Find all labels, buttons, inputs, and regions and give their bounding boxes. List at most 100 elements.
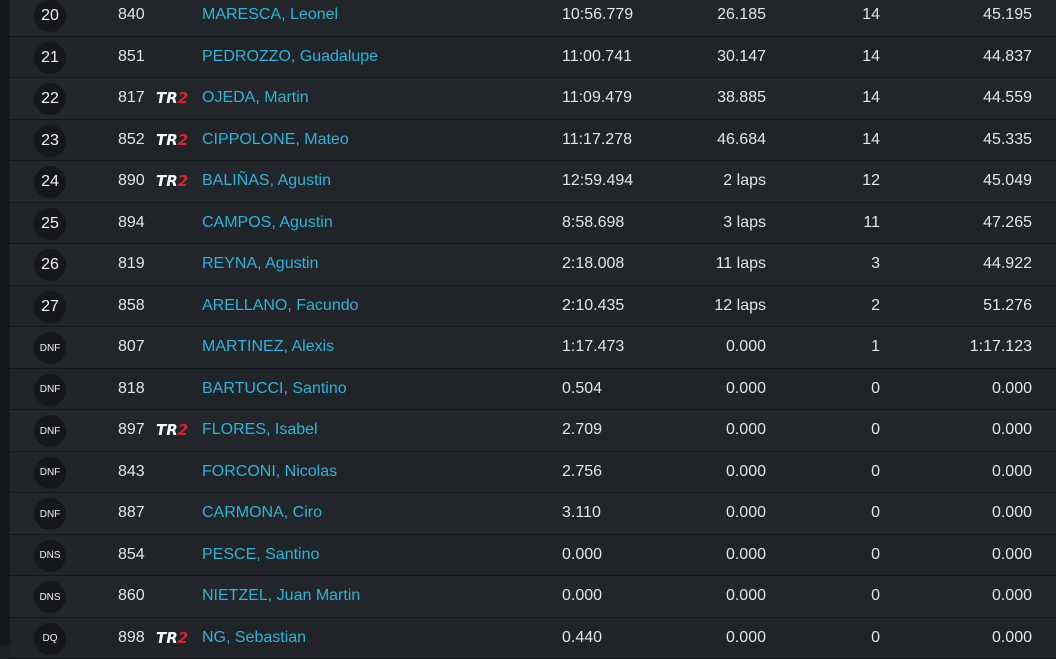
best-lap: 0.000 [992,576,1032,616]
result-row: DNS 854 PESCE, Santino 0.000 0.000 0 0.0… [10,535,1056,577]
laps: 0 [871,535,880,575]
result-row: DNF 818 BARTUCCI, Santino 0.504 0.000 0 … [10,369,1056,411]
total-time: 0.504 [562,369,602,409]
laps: 0 [871,493,880,533]
best-lap: 0.000 [992,410,1032,450]
best-lap: 45.049 [983,161,1032,201]
result-row: DNS 860 NIETZEL, Juan Martin 0.000 0.000… [10,576,1056,618]
tr2-logo-icon: TR2 [156,174,188,189]
gap: 0.000 [726,493,766,533]
best-lap: 0.000 [992,535,1032,575]
laps: 0 [871,618,880,658]
gap: 0.000 [726,452,766,492]
car-number: 819 [118,244,145,284]
driver-name-link[interactable]: PESCE, Santino [202,535,319,575]
result-row: 20 840 MARESCA, Leonel 10:56.779 26.185 … [10,0,1056,37]
driver-name-link[interactable]: BALIÑAS, Agustin [202,161,331,201]
driver-name-link[interactable]: ARELLANO, Facundo [202,286,359,326]
gap: 0.000 [726,576,766,616]
total-time: 12:59.494 [562,161,633,201]
driver-name-link[interactable]: NG, Sebastian [202,618,306,658]
gap: 0.000 [726,535,766,575]
status-badge: DNF [34,498,66,530]
driver-name-link[interactable]: MARTINEZ, Alexis [202,327,334,367]
position-badge: 24 [34,166,66,198]
gap: 38.885 [717,78,766,118]
driver-name-link[interactable]: REYNA, Agustin [202,244,319,284]
result-row: DNF 897 TR2 FLORES, Isabel 2.709 0.000 0… [10,410,1056,452]
laps: 14 [862,37,880,77]
gap: 26.185 [717,0,766,35]
best-lap: 0.000 [992,493,1032,533]
results-table: 20 840 MARESCA, Leonel 10:56.779 26.185 … [10,0,1056,659]
laps: 2 [871,286,880,326]
best-lap: 47.265 [983,203,1032,243]
position-badge: 22 [34,83,66,115]
laps: 0 [871,410,880,450]
driver-name-link[interactable]: OJEDA, Martin [202,78,309,118]
total-time: 0.440 [562,618,602,658]
position-badge: 21 [34,42,66,74]
car-number: 854 [118,535,145,575]
driver-name-link[interactable]: CIPPOLONE, Mateo [202,120,349,160]
driver-name-link[interactable]: CARMONA, Ciro [202,493,322,533]
car-number: 817 [118,78,145,118]
best-lap: 44.559 [983,78,1032,118]
best-lap: 0.000 [992,369,1032,409]
best-lap: 45.335 [983,120,1032,160]
status-badge: DNS [34,540,66,572]
driver-name-link[interactable]: FLORES, Isabel [202,410,318,450]
position-badge: 25 [34,208,66,240]
driver-name-link[interactable]: FORCONI, Nicolas [202,452,337,492]
driver-name-link[interactable]: CAMPOS, Agustin [202,203,333,243]
position-badge: 20 [34,0,66,32]
laps: 14 [862,0,880,35]
total-time: 3.110 [562,493,601,533]
best-lap: 0.000 [992,618,1032,658]
position-badge: 23 [34,125,66,157]
gap: 30.147 [717,37,766,77]
car-number: 843 [118,452,145,492]
status-badge: DNF [34,332,66,364]
total-time: 0.000 [562,535,602,575]
result-row: 26 819 REYNA, Agustin 2:18.008 11 laps 3… [10,244,1056,286]
result-row: 24 890 TR2 BALIÑAS, Agustin 12:59.494 2 … [10,161,1056,203]
laps: 0 [871,452,880,492]
laps: 12 [862,161,880,201]
driver-name-link[interactable]: BARTUCCI, Santino [202,369,347,409]
gap: 0.000 [726,410,766,450]
laps: 1 [871,327,880,367]
laps: 3 [871,244,880,284]
result-row: DNF 887 CARMONA, Ciro 3.110 0.000 0 0.00… [10,493,1056,535]
car-number: 860 [118,576,145,616]
result-row: 21 851 PEDROZZO, Guadalupe 11:00.741 30.… [10,37,1056,79]
status-badge: DNF [34,457,66,489]
result-row: 27 858 ARELLANO, Facundo 2:10.435 12 lap… [10,286,1056,328]
total-time: 0.000 [562,576,602,616]
tr2-logo-icon: TR2 [156,91,188,106]
best-lap: 44.837 [983,37,1032,77]
car-number: 851 [118,37,145,77]
car-number: 887 [118,493,145,533]
car-number: 818 [118,369,145,409]
driver-name-link[interactable]: NIETZEL, Juan Martin [202,576,360,616]
best-lap: 1:17.123 [970,327,1032,367]
result-row: DQ 898 TR2 NG, Sebastian 0.440 0.000 0 0… [10,618,1056,659]
gap: 3 laps [723,203,766,243]
total-time: 2:18.008 [562,244,624,284]
driver-name-link[interactable]: MARESCA, Leonel [202,0,338,35]
driver-name-link[interactable]: PEDROZZO, Guadalupe [202,37,378,77]
car-number: 890 [118,161,145,201]
tr2-logo-icon: TR2 [156,631,188,646]
car-number: 807 [118,327,145,367]
status-badge: DNS [34,581,66,613]
result-row: 23 852 TR2 CIPPOLONE, Mateo 11:17.278 46… [10,120,1056,162]
gap: 12 laps [714,286,766,326]
best-lap: 44.922 [983,244,1032,284]
car-number: 852 [118,120,145,160]
total-time: 8:58.698 [562,203,624,243]
laps: 14 [862,120,880,160]
car-number: 858 [118,286,145,326]
gap: 2 laps [723,161,766,201]
total-time: 11:09.479 [562,78,632,118]
